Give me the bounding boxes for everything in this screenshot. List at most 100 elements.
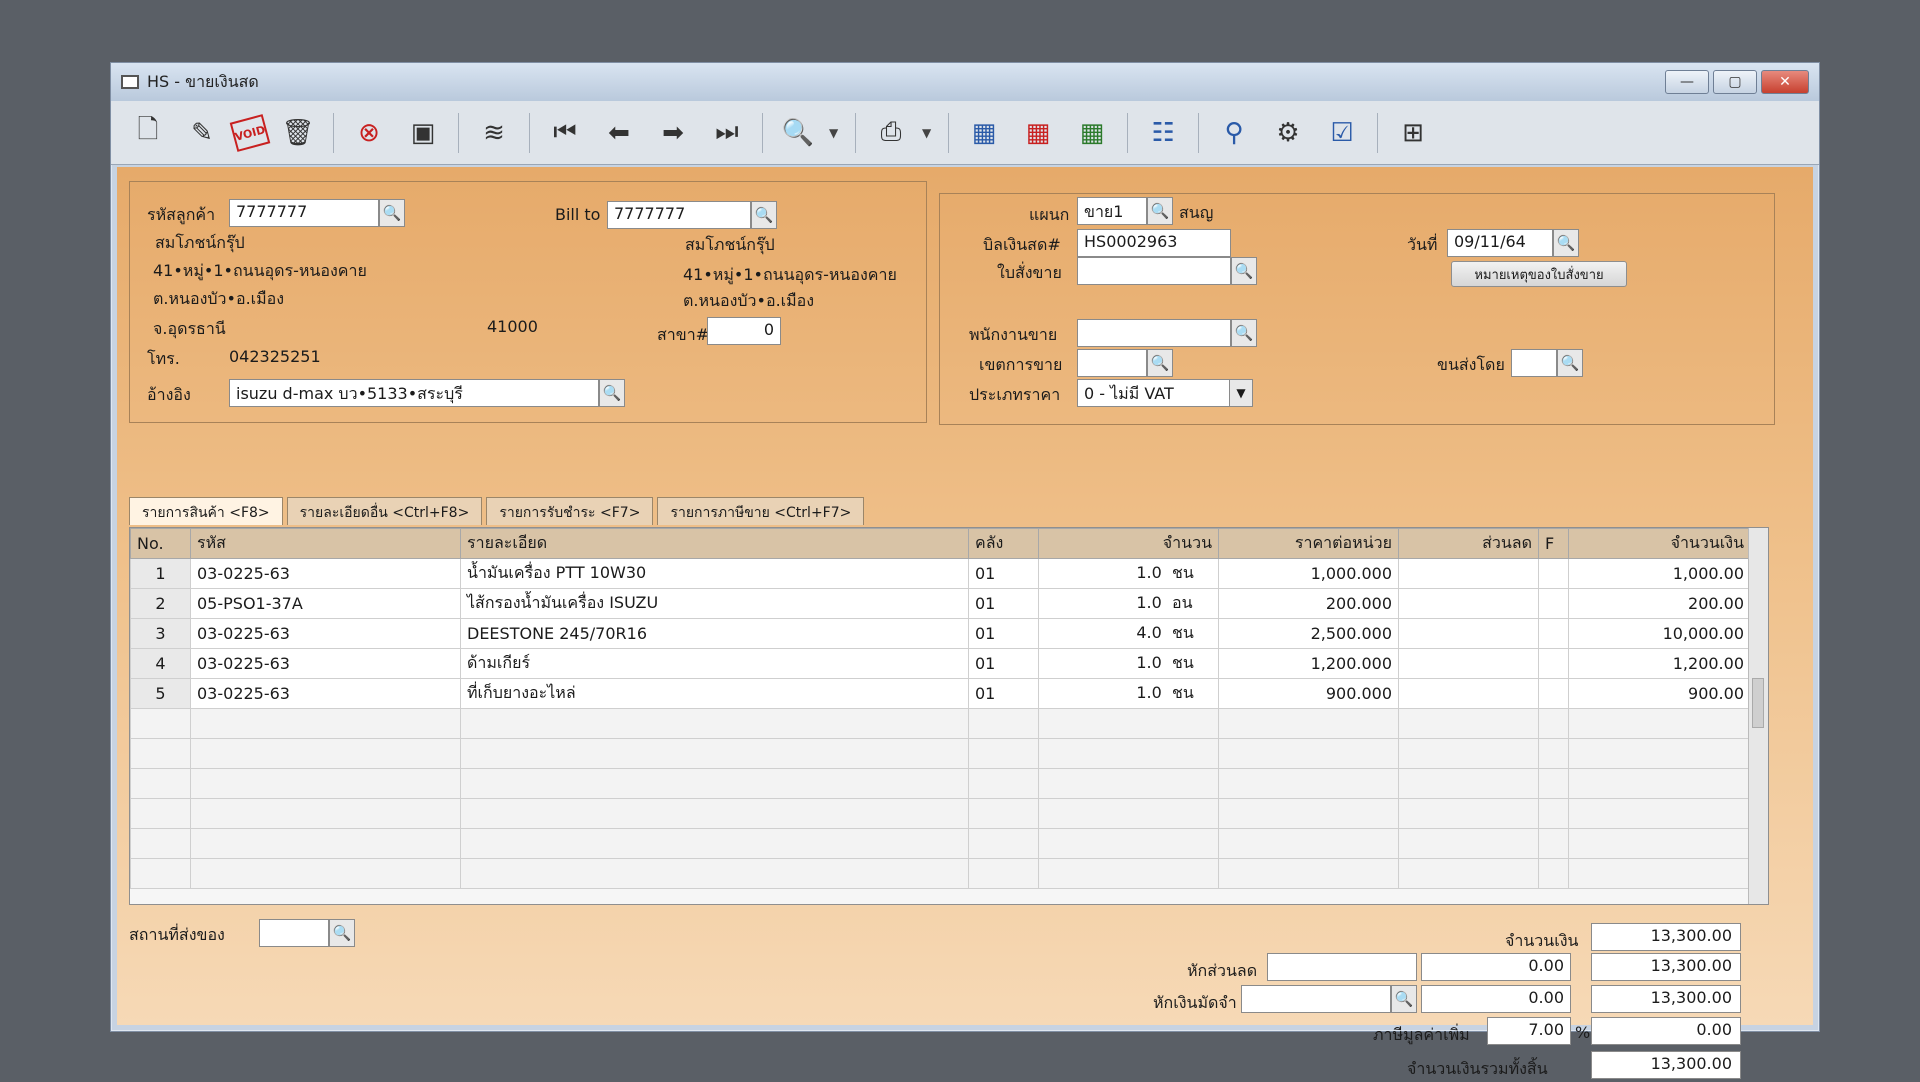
row-quantity[interactable]: 4.0 ชน — [1038, 618, 1219, 649]
col-no[interactable]: No. — [130, 528, 191, 559]
row-code[interactable]: 05-PSO1-37A — [190, 588, 461, 619]
next-record-icon[interactable]: ➡ — [650, 110, 696, 156]
network-icon[interactable]: ⊞ — [1390, 110, 1436, 156]
col-code[interactable]: รหัส — [190, 528, 461, 559]
tab-other-details[interactable]: รายละเอียดอื่น <Ctrl+F8> — [286, 497, 483, 525]
date-input[interactable]: 09/11/64 — [1447, 229, 1553, 257]
department-input[interactable]: ขาย1 — [1077, 197, 1147, 225]
col-discount[interactable]: ส่วนลด — [1398, 528, 1539, 559]
first-record-icon[interactable]: ⏮ — [542, 110, 588, 156]
cancel-icon[interactable]: ⊗ — [346, 110, 392, 156]
row-discount[interactable] — [1398, 618, 1539, 649]
bill-to-input[interactable]: 7777777 — [607, 201, 751, 229]
void-icon[interactable]: VOID — [229, 113, 271, 152]
bike-icon[interactable]: ⚙ — [1265, 110, 1311, 156]
empty-row[interactable] — [130, 708, 1751, 739]
row-flag[interactable] — [1538, 648, 1569, 679]
row-warehouse[interactable]: 01 — [968, 648, 1039, 679]
table-row[interactable]: 1 03-0225-63 น้ำมันเครื่อง PTT 10W30 01 … — [130, 558, 1751, 589]
calculator-2-icon[interactable]: ▦ — [1015, 110, 1061, 156]
col-description[interactable]: รายละเอียด — [460, 528, 969, 559]
row-warehouse[interactable]: 01 — [968, 618, 1039, 649]
close-button[interactable]: ✕ — [1761, 70, 1809, 94]
row-warehouse[interactable]: 01 — [968, 588, 1039, 619]
row-discount[interactable] — [1398, 678, 1539, 709]
tab-payments[interactable]: รายการรับชำระ <F7> — [486, 497, 654, 525]
row-code[interactable]: 03-0225-63 — [190, 558, 461, 589]
search-icon[interactable]: 🔍 — [1147, 349, 1173, 377]
salesman-input[interactable] — [1077, 319, 1231, 347]
empty-row[interactable] — [130, 858, 1751, 889]
row-unit-price[interactable]: 900.000 — [1218, 678, 1399, 709]
search-icon[interactable]: 🔍 — [329, 919, 355, 947]
row-quantity[interactable]: 1.0 ชน — [1038, 558, 1219, 589]
row-flag[interactable] — [1538, 678, 1569, 709]
minimize-button[interactable]: — — [1665, 70, 1709, 94]
deposit-input[interactable] — [1241, 985, 1391, 1013]
row-description[interactable]: ด้ามเกียร์ — [460, 648, 969, 679]
row-description[interactable]: ไส้กรองน้ำมันเครื่อง ISUZU — [460, 588, 969, 619]
row-flag[interactable] — [1538, 618, 1569, 649]
col-unit-price[interactable]: ราคาต่อหน่วย — [1218, 528, 1399, 559]
row-code[interactable]: 03-0225-63 — [190, 618, 461, 649]
order-note-button[interactable]: หมายเหตุของใบสั่งขาย — [1451, 261, 1627, 287]
row-code[interactable]: 03-0225-63 — [190, 678, 461, 709]
empty-row[interactable] — [130, 798, 1751, 829]
search-doc-icon[interactable]: 🔍 — [775, 110, 821, 156]
price-type-select[interactable]: 0 - ไม่มี VAT — [1077, 379, 1253, 407]
empty-row[interactable] — [130, 738, 1751, 769]
reference-input[interactable]: isuzu d-max บว•5133•สระบุรี — [229, 379, 599, 407]
empty-row[interactable] — [130, 768, 1751, 799]
search-icon[interactable]: 🔍 — [751, 201, 777, 229]
search-icon[interactable]: 🔍 — [1147, 197, 1173, 225]
row-quantity[interactable]: 1.0 ชน — [1038, 678, 1219, 709]
approve-icon[interactable]: ⚲ — [1211, 110, 1257, 156]
table-row[interactable]: 5 03-0225-63 ที่เก็บยางอะไหล่ 01 1.0 ชน … — [130, 678, 1751, 709]
scrollbar-thumb[interactable] — [1752, 678, 1764, 728]
col-quantity[interactable]: จำนวน — [1038, 528, 1219, 559]
ok-icon[interactable]: ☑ — [1319, 110, 1365, 156]
row-warehouse[interactable]: 01 — [968, 678, 1039, 709]
tab-sales-tax[interactable]: รายการภาษีขาย <Ctrl+F7> — [657, 497, 865, 525]
sales-order-input[interactable] — [1077, 257, 1231, 285]
search-icon[interactable]: 🔍 — [1553, 229, 1579, 257]
search-icon[interactable]: 🔍 — [1231, 257, 1257, 285]
branch-input[interactable]: 0 — [707, 317, 781, 345]
row-description[interactable]: DEESTONE 245/70R16 — [460, 618, 969, 649]
col-flag[interactable]: F — [1538, 528, 1569, 559]
row-discount[interactable] — [1398, 648, 1539, 679]
row-description[interactable]: น้ำมันเครื่อง PTT 10W30 — [460, 558, 969, 589]
bill-number-input[interactable]: HS0002963 — [1077, 229, 1231, 257]
discount-input[interactable] — [1267, 953, 1417, 981]
vat-rate-input[interactable]: 7.00 — [1487, 1017, 1571, 1045]
empty-row[interactable] — [130, 828, 1751, 859]
previous-record-icon[interactable]: ⬅ — [596, 110, 642, 156]
printer-icon[interactable]: ⎙ — [868, 110, 914, 156]
save-icon[interactable]: ▣ — [400, 110, 446, 156]
calculator-icon[interactable]: ▦ — [961, 110, 1007, 156]
row-unit-price[interactable]: 2,500.000 — [1218, 618, 1399, 649]
row-unit-price[interactable]: 1,200.000 — [1218, 648, 1399, 679]
edit-icon[interactable]: ✎ — [179, 110, 225, 156]
chevron-down-icon[interactable]: ▼ — [922, 126, 936, 140]
search-icon[interactable]: 🔍 — [379, 199, 405, 227]
col-amount[interactable]: จำนวนเงิน — [1568, 528, 1751, 559]
sales-area-input[interactable] — [1077, 349, 1147, 377]
row-code[interactable]: 03-0225-63 — [190, 648, 461, 679]
row-warehouse[interactable]: 01 — [968, 558, 1039, 589]
row-flag[interactable] — [1538, 558, 1569, 589]
row-unit-price[interactable]: 200.000 — [1218, 588, 1399, 619]
ship-to-input[interactable] — [259, 919, 329, 947]
row-discount[interactable] — [1398, 558, 1539, 589]
last-record-icon[interactable]: ⏭ — [704, 110, 750, 156]
search-icon[interactable]: 🔍 — [1231, 319, 1257, 347]
calculator-green-icon[interactable]: ▦ — [1069, 110, 1115, 156]
row-flag[interactable] — [1538, 588, 1569, 619]
row-description[interactable]: ที่เก็บยางอะไหล่ — [460, 678, 969, 709]
customer-code-input[interactable]: 7777777 — [229, 199, 379, 227]
row-unit-price[interactable]: 1,000.000 — [1218, 558, 1399, 589]
new-document-icon[interactable]: 🗋 — [125, 110, 171, 156]
vertical-scrollbar[interactable] — [1748, 528, 1768, 904]
chevron-down-icon[interactable]: ▼ — [1229, 379, 1253, 407]
discount-value[interactable]: 0.00 — [1421, 953, 1571, 981]
